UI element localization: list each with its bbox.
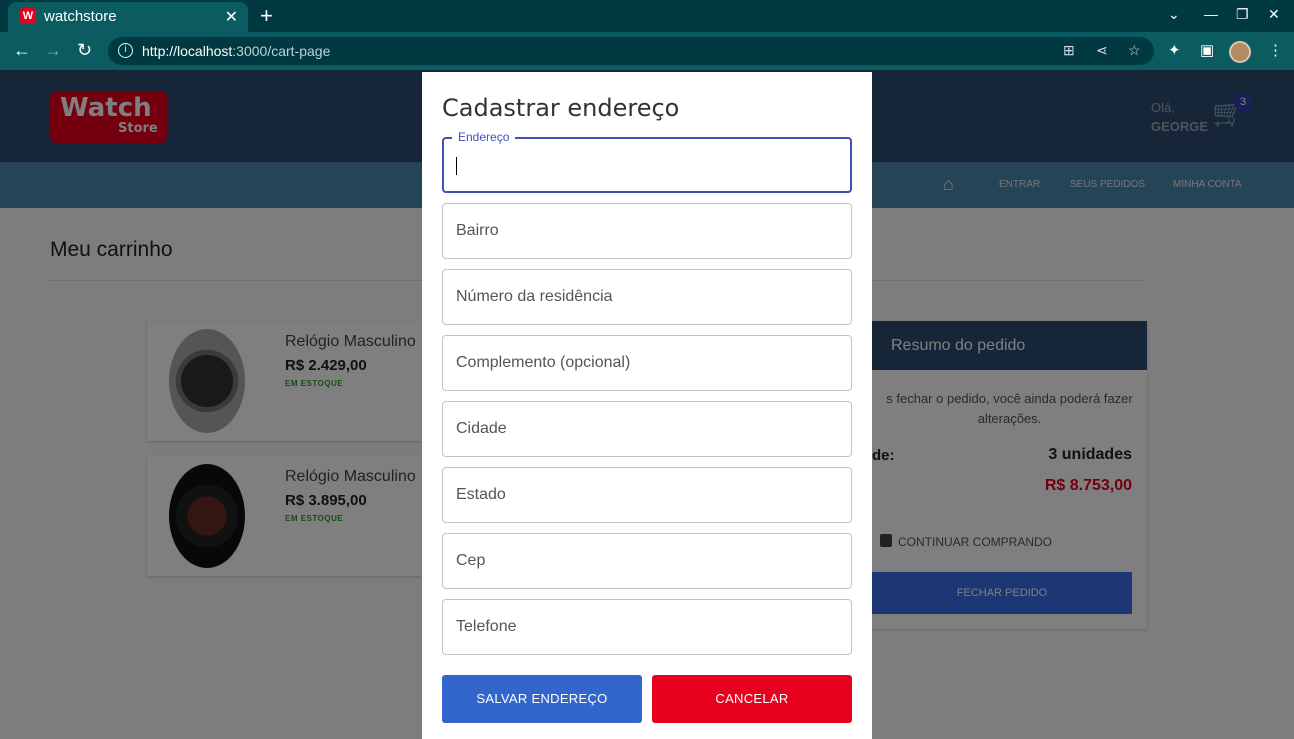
- menu-icon[interactable]: ⋮: [1268, 41, 1283, 59]
- bookmark-star-icon[interactable]: ☆: [1128, 42, 1141, 59]
- modal-title: Cadastrar endereço: [442, 94, 680, 122]
- new-tab-icon[interactable]: +: [260, 3, 273, 29]
- reload-icon[interactable]: ↻: [77, 40, 92, 61]
- close-window-icon[interactable]: ✕: [1268, 6, 1280, 23]
- translate-icon[interactable]: ⊞: [1063, 42, 1075, 59]
- back-icon[interactable]: ←: [13, 40, 31, 61]
- cidade-field[interactable]: Cidade: [442, 401, 852, 457]
- estado-field[interactable]: Estado: [442, 467, 852, 523]
- endereco-field[interactable]: Endereço: [442, 130, 852, 193]
- address-bar[interactable]: i http://localhost:3000/cart-page ⊞ ⋖ ☆: [108, 37, 1154, 65]
- browser-toolbar: ← → ↻ i http://localhost:3000/cart-page …: [0, 32, 1294, 70]
- side-panel-icon[interactable]: ▣: [1200, 41, 1214, 59]
- tab-search-icon[interactable]: ⌄: [1168, 6, 1180, 23]
- save-address-button[interactable]: SALVAR ENDEREÇO: [442, 675, 642, 723]
- numero-field[interactable]: Número da residência: [442, 269, 852, 325]
- profile-avatar[interactable]: [1229, 41, 1251, 63]
- browser-tab[interactable]: W watchstore ✕: [8, 2, 248, 32]
- bairro-field[interactable]: Bairro: [442, 203, 852, 259]
- complemento-field[interactable]: Complemento (opcional): [442, 335, 852, 391]
- url-text: http://localhost:3000/cart-page: [142, 43, 331, 59]
- site-info-icon[interactable]: i: [118, 43, 133, 58]
- tab-close-icon[interactable]: ✕: [225, 7, 238, 27]
- address-modal: Cadastrar endereço Endereço Bairro Númer…: [422, 72, 872, 739]
- forward-icon[interactable]: →: [44, 40, 62, 61]
- extensions-icon[interactable]: ✦: [1168, 41, 1181, 59]
- tab-favicon-icon: W: [20, 8, 36, 24]
- browser-tab-bar: W watchstore ✕ + ⌄ — ❐ ✕: [0, 0, 1294, 32]
- share-icon[interactable]: ⋖: [1096, 42, 1108, 59]
- text-cursor: [456, 157, 457, 175]
- cancel-button[interactable]: CANCELAR: [652, 675, 852, 723]
- tab-title: watchstore: [44, 8, 117, 25]
- minimize-icon[interactable]: —: [1204, 6, 1218, 22]
- restore-icon[interactable]: ❐: [1236, 6, 1249, 23]
- telefone-field[interactable]: Telefone: [442, 599, 852, 655]
- cep-field[interactable]: Cep: [442, 533, 852, 589]
- endereco-label: Endereço: [452, 130, 516, 144]
